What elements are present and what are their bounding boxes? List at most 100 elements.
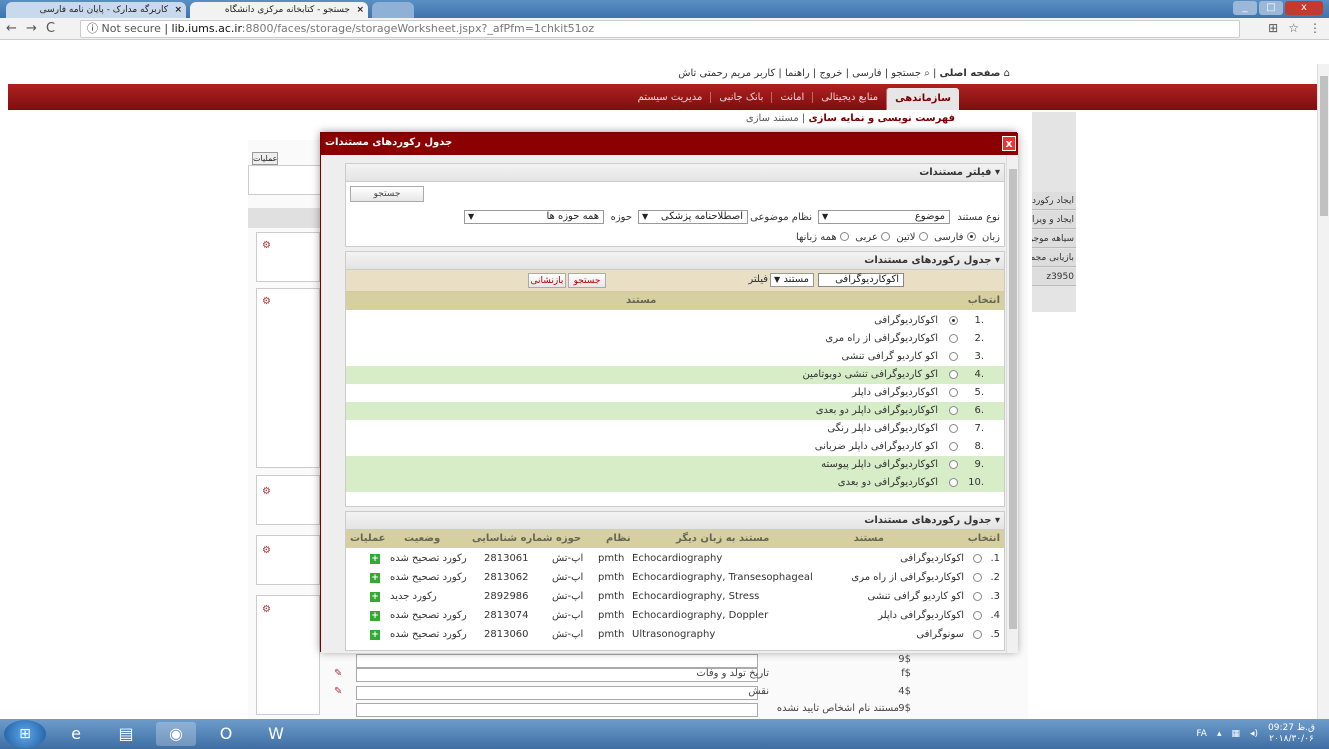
row-select-radio[interactable] [973,630,982,639]
row-select-radio[interactable] [949,460,958,469]
side-item-z3950[interactable]: z3950 [1032,268,1076,286]
row-select-radio[interactable] [949,370,958,379]
language-link[interactable]: فارسی [852,68,881,79]
add-icon[interactable]: + [370,573,380,583]
col-select[interactable]: انتخاب [968,530,1000,548]
word-icon[interactable]: W [256,722,296,746]
lang-radio-farsi[interactable] [966,232,976,241]
page-scrollbar[interactable] [1317,64,1329,719]
row-select-radio[interactable] [949,424,958,433]
field-input[interactable] [356,703,758,717]
row-select-radio[interactable] [949,352,958,361]
field-input[interactable] [356,686,758,700]
table-row[interactable]: .5 سونوگرافی Ultrasonography pmth اپ-تش 28130… [346,626,1004,644]
reload-icon[interactable]: C [46,21,55,36]
col-document[interactable]: مستند [854,530,884,548]
col-select[interactable]: انتخاب [968,292,1000,310]
minimize-icon[interactable]: _ [1233,1,1257,15]
filter-field-select[interactable]: مستند ▼ [770,273,814,287]
close-tab-icon[interactable]: × [174,2,182,18]
translate-icon[interactable]: ⊞ [1268,21,1278,35]
add-icon[interactable]: + [370,630,380,640]
tab-digital-resources[interactable]: منابع دیجیتالی [812,91,886,103]
domain-select[interactable]: همه حوزه ها ▼ [464,210,604,224]
table-row[interactable]: .3 اکو کاردیو گرافی تنشی Echocardiography,… [346,588,1004,606]
browser-tab-search[interactable]: × جستجو - کتابخانه مرکزی دانشگاه [190,2,368,18]
network-icon[interactable]: ▦ [1231,729,1240,739]
close-tab-icon[interactable]: × [356,2,364,18]
clock[interactable]: 09:27 ق.ظ ۲۰۱۸/۳۰/۰۶ [1268,723,1315,745]
table-row[interactable]: .1 اکوکاردیوگرافی Echocardiography pmth اپ-ت… [346,550,1004,568]
table-row[interactable]: .6 اکوکاردیوگرافی داپلر دو بعدی [346,402,1004,420]
close-icon[interactable]: x [1002,136,1016,151]
back-icon[interactable]: ← [6,21,17,36]
side-item-create-record[interactable]: ایجاد رکورد [1032,192,1076,210]
lang-radio-latin[interactable] [918,232,928,241]
reset-button[interactable]: بازنشانی [528,273,566,288]
info-icon[interactable]: ⓘ [87,22,102,35]
volume-icon[interactable]: ◂) [1250,729,1258,739]
maximize-icon[interactable]: □ [1259,1,1283,15]
filter-section-header[interactable]: ▾ فیلتر مستندات [346,164,1004,182]
settings-icon[interactable]: ⚙ [262,486,271,497]
col-operations[interactable]: عملیات [350,530,386,548]
row-select-radio[interactable] [949,334,958,343]
settings-icon[interactable]: ⚙ [262,545,271,556]
exit-link[interactable]: خروج [819,68,842,79]
dialog-scrollbar[interactable] [1006,155,1018,653]
row-select-radio[interactable] [949,406,958,415]
chrome-icon[interactable]: ◉ [156,722,196,746]
table-row[interactable]: .10 اکوکاردیوگرافی دو بعدی [346,474,1004,492]
table1-header[interactable]: ▾ جدول رکوردهای مستندات [346,252,1004,270]
outlook-icon[interactable]: O [206,722,246,746]
table-row[interactable]: .2 اکوکاردیوگرافی از راه مری [346,330,1004,348]
add-icon[interactable]: + [370,611,380,621]
table-row[interactable]: .3 اکو کاردیو گرافی تنشی [346,348,1004,366]
col-id[interactable]: شماره شناسایی [472,530,553,548]
row-select-radio[interactable] [973,592,982,601]
row-select-radio[interactable] [949,442,958,451]
table-row[interactable]: .1 اکوکاردیوگرافی [346,312,1004,330]
scroll-thumb[interactable] [1009,169,1017,629]
row-select-radio[interactable] [949,316,958,325]
side-item-edit[interactable]: ایجاد و ویرایش [1032,211,1076,229]
row-select-radio[interactable] [949,388,958,397]
row-select-radio[interactable] [973,611,982,620]
edit-icon[interactable]: ✎ [334,668,342,679]
close-window-icon[interactable]: x [1285,1,1323,15]
table2-header[interactable]: ▾ جدول رکوردهای مستندات [346,512,1004,530]
col-document[interactable]: مستند [626,292,656,310]
col-status[interactable]: وضعیت [404,530,440,548]
col-domain[interactable]: حوزه [556,530,581,548]
filter-search-button[interactable]: جستجو [350,186,424,202]
scroll-thumb[interactable] [1320,76,1328,216]
table1-search-button[interactable]: جستجو [568,273,606,288]
add-icon[interactable]: + [370,592,380,602]
side-item-retrieve[interactable]: بازیابی مجموعه [1032,249,1076,267]
row-select-radio[interactable] [949,478,958,487]
search-link[interactable]: جستجو [891,68,921,79]
folder-icon[interactable]: ▤ [106,722,146,746]
browser-tab-worksheet[interactable]: × کاربرگه مدارک - پایان نامه فارسی [6,2,186,18]
url-input[interactable]: ⓘ Not secure | lib.iums.ac.ir:8800/faces… [80,20,1240,38]
menu-icon[interactable]: ⋮ [1309,21,1321,35]
table-row[interactable]: .4 اکوکاردیوگرافی داپلر Echocardiography, … [346,607,1004,625]
table-row[interactable]: .4 اکو کاردیوگرافی تنشی دوبوتامین [346,366,1004,384]
settings-icon[interactable]: ⚙ [262,604,271,615]
add-icon[interactable]: + [370,554,380,564]
lang-radio-arabic[interactable] [881,232,891,241]
row-select-radio[interactable] [973,554,982,563]
col-other-language[interactable]: مستند به زبان دیگر [676,530,769,548]
doc-type-select[interactable]: موضوع ▼ [818,210,950,224]
tab-circulation[interactable]: امانت [771,91,812,103]
new-tab-button[interactable] [372,2,414,18]
tray-arrow-icon[interactable]: ▴ [1217,729,1222,739]
settings-icon[interactable]: ⚙ [262,296,271,307]
side-item-inventory[interactable]: سیاهه موجودی [1032,230,1076,248]
col-system[interactable]: نظام [606,530,631,548]
forward-icon[interactable]: → [26,21,37,36]
table-row[interactable]: .9 اکوکاردیوگرافی داپلر پیوسته [346,456,1004,474]
table-row[interactable]: .5 اکوکاردیوگرافی داپلر [346,384,1004,402]
table-row[interactable]: .7 اکوکاردیوگرافی داپلر رنگی [346,420,1004,438]
help-link[interactable]: راهنما [785,68,810,79]
